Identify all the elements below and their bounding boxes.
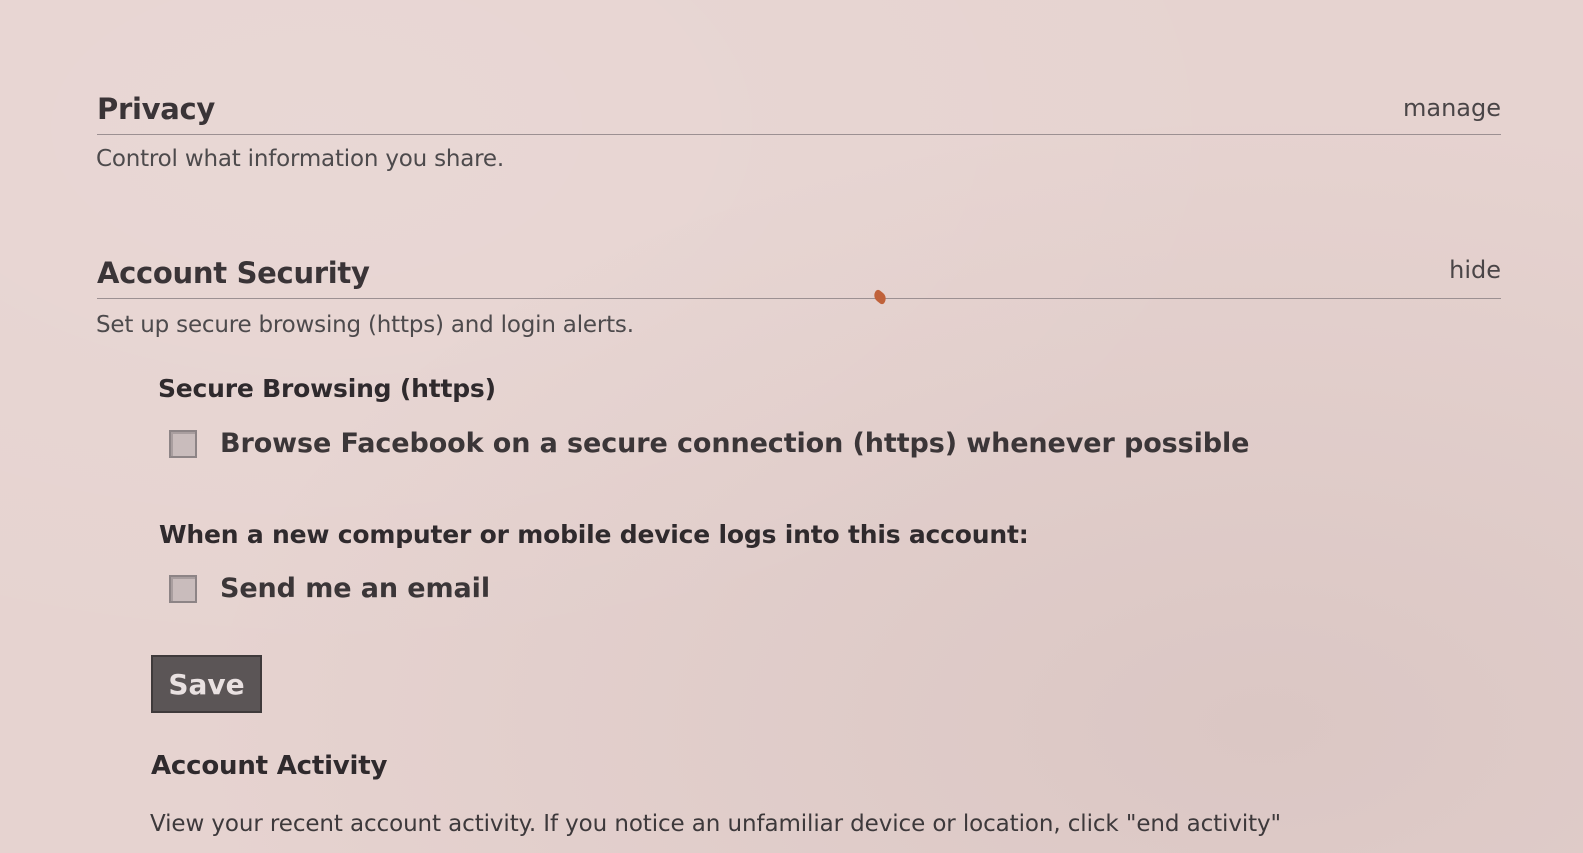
- secure-browsing-option[interactable]: Browse Facebook on a secure connection (…: [169, 428, 1249, 459]
- account-activity-description: View your recent account activity. If yo…: [150, 811, 1282, 837]
- privacy-title: Privacy: [97, 92, 215, 126]
- privacy-description: Control what information you share.: [96, 146, 504, 172]
- secure-browsing-label[interactable]: Browse Facebook on a secure connection (…: [220, 428, 1249, 459]
- account-security-section-header: Account Security hide: [97, 256, 1501, 299]
- email-alert-checkbox[interactable]: [169, 574, 197, 603]
- secure-browsing-checkbox[interactable]: [169, 429, 197, 458]
- account-activity-title: Account Activity: [151, 751, 388, 781]
- account-security-hide-link[interactable]: hide: [1449, 256, 1501, 284]
- email-alert-label[interactable]: Send me an email: [220, 573, 490, 604]
- email-alert-option[interactable]: Send me an email: [169, 573, 490, 604]
- save-button[interactable]: Save: [151, 655, 262, 713]
- account-security-title: Account Security: [97, 256, 370, 290]
- login-alerts-heading: When a new computer or mobile device log…: [159, 520, 1029, 549]
- account-security-description: Set up secure browsing (https) and login…: [96, 312, 634, 338]
- privacy-section-header: Privacy manage: [97, 92, 1501, 135]
- privacy-manage-link[interactable]: manage: [1403, 94, 1501, 122]
- secure-browsing-heading: Secure Browsing (https): [158, 374, 496, 403]
